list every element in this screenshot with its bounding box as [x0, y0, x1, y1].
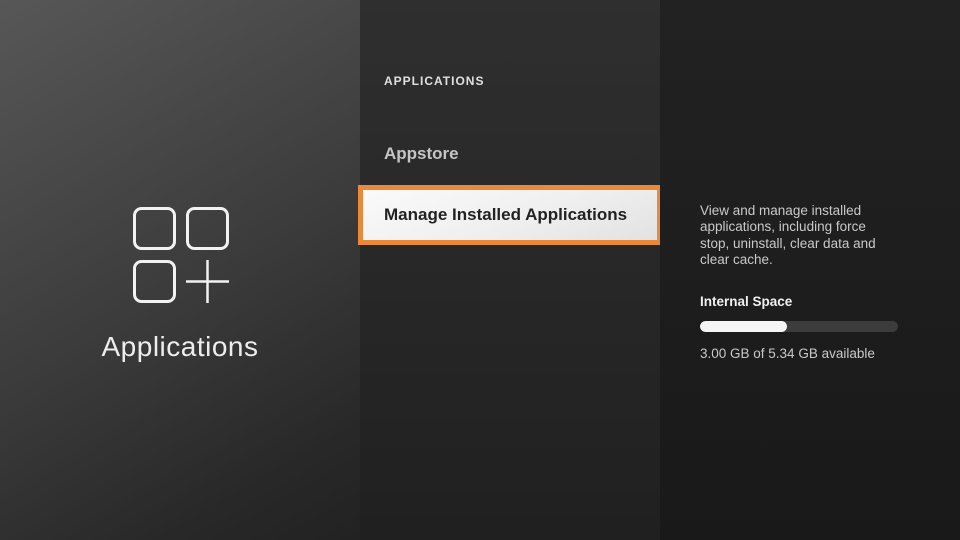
item-description: View and manage installed applications, … [700, 203, 876, 268]
internal-space-label: Internal Space [700, 293, 793, 309]
detail-panel: View and manage installed applications, … [660, 0, 960, 540]
menu-section-header: APPLICATIONS [384, 74, 485, 88]
menu-item-manage-installed-applications[interactable]: Manage Installed Applications [358, 185, 662, 245]
internal-space-progress-bar [700, 320, 898, 332]
category-title: Applications [101, 331, 259, 362]
menu-item-label: Manage Installed Applications [384, 205, 628, 224]
apps-grid-icon [133, 207, 229, 303]
category-panel: Applications [0, 0, 360, 540]
internal-space-progress-fill [700, 320, 788, 332]
storage-available-text: 3.00 GB of 5.34 GB available [700, 345, 875, 361]
menu-panel: APPLICATIONS Appstore Manage Installed A… [358, 0, 662, 540]
menu-item-appstore[interactable]: Appstore [384, 144, 459, 164]
fire-tv-settings-applications-screen: Applications APPLICATIONS Appstore Manag… [0, 0, 960, 540]
